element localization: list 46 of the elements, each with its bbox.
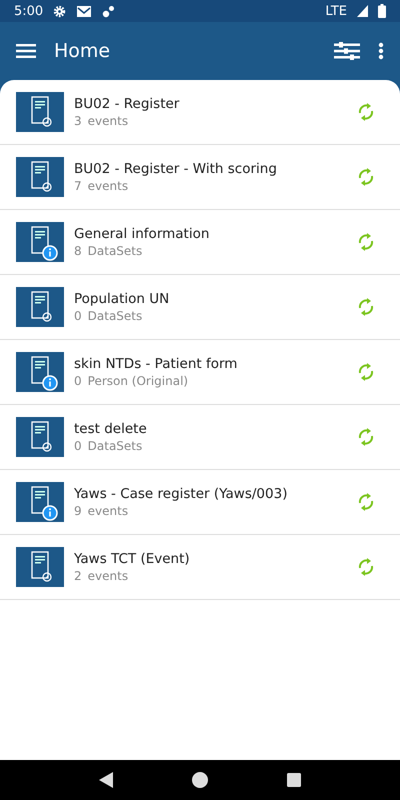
home-icon[interactable] bbox=[192, 772, 208, 788]
battery-icon bbox=[378, 4, 386, 18]
record-count: 8 bbox=[74, 244, 82, 258]
record-unit: DataSets bbox=[88, 309, 142, 323]
program-row[interactable]: Yaws TCT (Event) 2 events bbox=[0, 535, 400, 600]
record-unit: events bbox=[88, 569, 128, 583]
record-count: 3 bbox=[74, 114, 82, 128]
program-title: BU02 - Register bbox=[74, 96, 180, 112]
clock: 5:00 bbox=[14, 4, 44, 18]
record-unit: events bbox=[88, 504, 128, 518]
program-title: General information bbox=[74, 226, 210, 242]
gears-icon bbox=[102, 4, 116, 18]
menu-icon[interactable] bbox=[16, 44, 36, 58]
program-title: test delete bbox=[74, 421, 148, 437]
program-title: Yaws - Case register (Yaws/003) bbox=[74, 486, 288, 502]
filter-icon[interactable] bbox=[334, 42, 360, 60]
back-icon[interactable] bbox=[99, 772, 114, 788]
more-icon[interactable] bbox=[378, 42, 384, 60]
network-label: LTE bbox=[325, 4, 347, 18]
record-count: 9 bbox=[74, 504, 82, 518]
program-row[interactable]: skin NTDs - Patient form 0 Person (Original) bbox=[0, 340, 400, 405]
program-row[interactable]: General information 8 DataSets bbox=[0, 210, 400, 275]
record-count: 0 bbox=[74, 309, 82, 323]
record-count: 7 bbox=[74, 179, 82, 193]
program-row[interactable]: BU02 - Register 3 events bbox=[0, 80, 400, 145]
program-title: Population UN bbox=[74, 291, 170, 307]
recents-icon[interactable] bbox=[286, 773, 301, 787]
program-title: Yaws TCT (Event) bbox=[74, 551, 191, 567]
record-unit: DataSets bbox=[88, 439, 142, 453]
program-row[interactable]: Population UN 0 DataSets bbox=[0, 275, 400, 340]
record-unit: DataSets bbox=[88, 244, 142, 258]
program-row[interactable]: test delete 0 DataSets bbox=[0, 405, 400, 470]
record-count: 2 bbox=[74, 569, 82, 583]
record-count: 0 bbox=[74, 439, 82, 453]
program-row[interactable]: Yaws - Case register (Yaws/003) 9 events bbox=[0, 470, 400, 535]
record-unit: events bbox=[88, 179, 128, 193]
record-unit: events bbox=[88, 114, 128, 128]
program-title: skin NTDs - Patient form bbox=[74, 356, 238, 372]
record-unit: Person (Original) bbox=[88, 374, 188, 388]
mail-icon bbox=[76, 4, 92, 18]
record-count: 0 bbox=[74, 374, 82, 388]
screen-title: Home bbox=[54, 40, 112, 62]
program-title: BU02 - Register - With scoring bbox=[74, 161, 278, 177]
gear-icon bbox=[53, 4, 66, 18]
signal-icon bbox=[357, 5, 368, 17]
program-row[interactable]: BU02 - Register - With scoring 7 events bbox=[0, 145, 400, 210]
